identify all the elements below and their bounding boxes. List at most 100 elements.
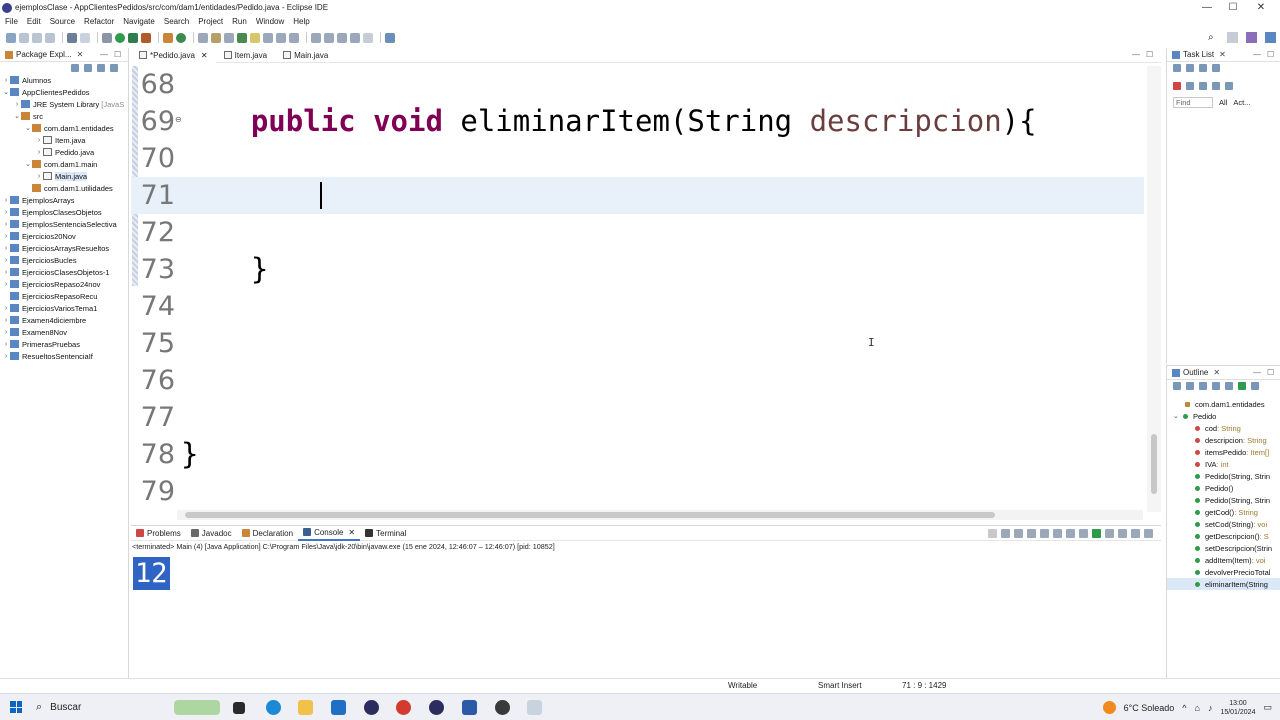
tab-pedido-java[interactable]: *Pedido.java ✕ <box>131 47 216 63</box>
new-class-icon[interactable] <box>176 32 186 43</box>
tree-item[interactable]: › Item.java <box>0 134 128 146</box>
filter-icon[interactable] <box>1199 64 1207 72</box>
back-icon[interactable] <box>350 32 360 43</box>
tree-item[interactable]: › Examen4diciembre <box>0 314 128 326</box>
code-line[interactable]: 77 <box>131 399 1144 436</box>
outline-member[interactable]: Pedido() <box>1167 482 1280 494</box>
chevron-down-icon[interactable]: ⌄ <box>13 112 21 120</box>
close-icon[interactable]: ✕ <box>348 528 355 537</box>
menu-project[interactable]: Project <box>198 17 223 26</box>
outline-member[interactable]: cod : String <box>1167 422 1280 434</box>
next-annotation-icon[interactable] <box>311 32 321 43</box>
chevron-right-icon[interactable]: › <box>2 257 10 264</box>
menu-search[interactable]: Search <box>164 17 189 26</box>
tree-item[interactable]: › Pedido.java <box>0 146 128 158</box>
tray-overflow-icon[interactable]: ^ <box>1182 703 1186 713</box>
tree-item[interactable]: › EjerciciosBucles <box>0 254 128 266</box>
minimize-view-icon[interactable] <box>1131 529 1140 538</box>
categorize-icon[interactable] <box>1186 64 1194 72</box>
scroll-thumb[interactable] <box>185 512 995 518</box>
hide-fields-icon[interactable] <box>1199 382 1207 390</box>
code-area[interactable]: 68 69 ⊖ public void eliminarItem(String de… <box>131 66 1144 512</box>
chevron-right-icon[interactable]: › <box>2 341 10 348</box>
task-view-icon[interactable] <box>233 702 245 714</box>
open-perspective-icon[interactable] <box>1227 32 1238 43</box>
debug-icon[interactable] <box>102 32 112 43</box>
outline-member[interactable]: addItem(Item) : voi <box>1167 554 1280 566</box>
terminate-icon[interactable] <box>988 529 997 538</box>
tree-item[interactable]: ⌄ AppClientesPedidos <box>0 86 128 98</box>
tab-declaration[interactable]: Declaration <box>237 526 298 541</box>
chevron-right-icon[interactable]: › <box>2 305 10 312</box>
outline-member[interactable]: setDescripcion(Strin <box>1167 542 1280 554</box>
hide-local-types-icon[interactable] <box>1238 382 1246 390</box>
chevron-right-icon[interactable]: › <box>2 317 10 324</box>
pin-editor-icon[interactable] <box>385 32 395 43</box>
tab-javadoc[interactable]: Javadoc <box>186 526 237 541</box>
search-icon[interactable]: ⌕ <box>1208 32 1219 43</box>
mail-icon[interactable] <box>331 700 346 715</box>
chevron-right-icon[interactable]: › <box>2 221 10 228</box>
file-explorer-icon[interactable] <box>298 700 313 715</box>
tree-item[interactable]: › EjerciciosVariosTema1 <box>0 302 128 314</box>
chevron-right-icon[interactable]: › <box>13 101 21 108</box>
chrome-icon[interactable] <box>396 700 411 715</box>
menu-help[interactable]: Help <box>293 17 309 26</box>
last-edit-icon[interactable] <box>337 32 347 43</box>
chevron-right-icon[interactable]: › <box>2 197 10 204</box>
tab-task-list[interactable]: Task List ✕ <box>1167 48 1231 62</box>
activate-link[interactable]: Act... <box>1233 98 1250 107</box>
link-with-editor-icon[interactable] <box>84 64 92 72</box>
sync-icon[interactable] <box>1212 64 1220 72</box>
obs-icon[interactable] <box>495 700 510 715</box>
chevron-down-icon[interactable]: ⌄ <box>2 88 10 96</box>
remove-launch-icon[interactable] <box>1001 529 1010 538</box>
hide-completed-icon[interactable] <box>1173 82 1181 90</box>
minimize-view-icon[interactable]: — <box>1253 368 1261 377</box>
chevron-right-icon[interactable]: › <box>35 137 43 144</box>
close-icon[interactable]: ✕ <box>1213 368 1220 377</box>
hide-non-public-icon[interactable] <box>1225 382 1233 390</box>
eclipse-taskbar-icon-2[interactable] <box>429 700 444 715</box>
view-menu-icon[interactable] <box>1251 382 1259 390</box>
open-console-icon[interactable] <box>1118 529 1127 538</box>
word-wrap-icon[interactable] <box>1053 529 1062 538</box>
block-selection-icon[interactable] <box>263 32 273 43</box>
weather-label[interactable]: 6°C Soleado <box>1124 703 1175 713</box>
run-icon[interactable] <box>115 32 125 43</box>
new-icon[interactable] <box>6 32 16 43</box>
close-window-button[interactable]: ✕ <box>1248 0 1274 15</box>
outline-class[interactable]: ⌄ Pedido <box>1167 410 1280 422</box>
collapse-all-icon[interactable] <box>1199 82 1207 90</box>
outline-member[interactable]: Pedido(String, Strin <box>1167 494 1280 506</box>
menu-run[interactable]: Run <box>232 17 247 26</box>
external-tools-icon[interactable] <box>141 32 151 43</box>
forward-icon[interactable] <box>363 32 373 43</box>
code-line[interactable]: 70 <box>131 140 1144 177</box>
search-tool-icon[interactable] <box>211 32 221 43</box>
menu-file[interactable]: File <box>5 17 18 26</box>
outline-member[interactable]: devolverPrecioTotal <box>1167 566 1280 578</box>
code-line[interactable]: 71 <box>131 177 1144 214</box>
tab-problems[interactable]: Problems <box>131 526 186 541</box>
tree-item[interactable]: › Alumnos <box>0 74 128 86</box>
sync-icon[interactable] <box>1225 82 1233 90</box>
minimize-view-icon[interactable]: — <box>1132 50 1140 59</box>
tree-item[interactable]: com.dam1.utilidades <box>0 182 128 194</box>
show-on-output-icon[interactable] <box>1066 529 1075 538</box>
toggle-highlight-icon[interactable] <box>250 32 260 43</box>
volume-icon[interactable]: ♪ <box>1208 703 1213 713</box>
save-all-icon[interactable] <box>32 32 42 43</box>
maximize-view-icon[interactable]: ☐ <box>1267 50 1274 59</box>
tab-outline[interactable]: Outline ✕ <box>1167 366 1225 380</box>
outline-member[interactable]: descripcion : String <box>1167 434 1280 446</box>
open-type-icon[interactable] <box>198 32 208 43</box>
chevron-right-icon[interactable]: › <box>2 233 10 240</box>
tab-item-java[interactable]: Item.java <box>216 48 275 63</box>
expand-icon[interactable] <box>1212 82 1220 90</box>
outline-member[interactable]: Pedido(String, Strin <box>1167 470 1280 482</box>
outline-member[interactable]: itemsPedido : Item[] <box>1167 446 1280 458</box>
chevron-right-icon[interactable]: › <box>2 329 10 336</box>
tree-item[interactable]: ⌄ com.dam1.main <box>0 158 128 170</box>
chevron-right-icon[interactable]: › <box>2 209 10 216</box>
